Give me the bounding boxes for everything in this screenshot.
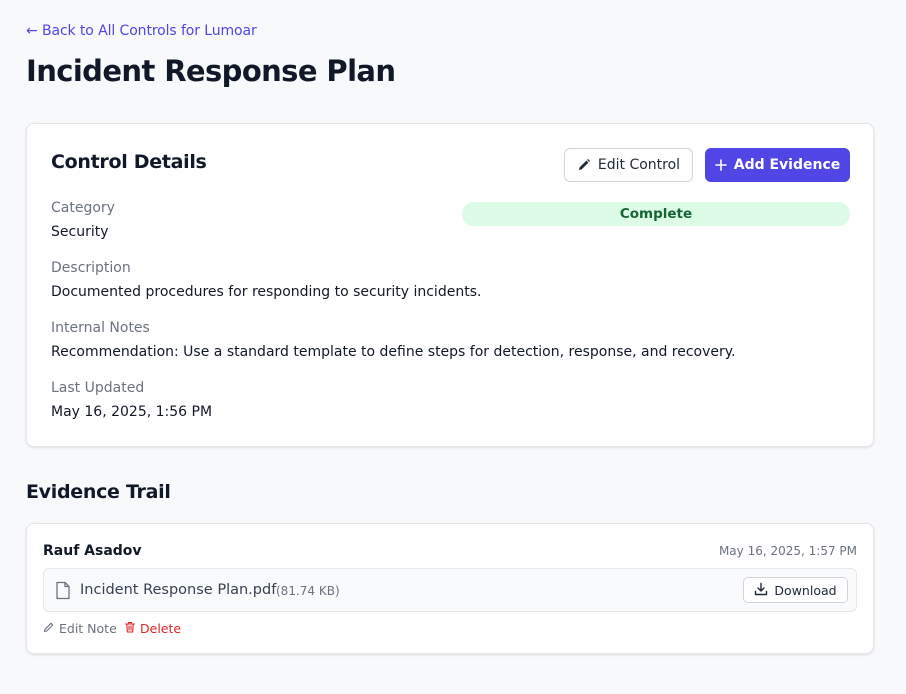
page-title: Incident Response Plan <box>26 54 396 88</box>
category-value: Security <box>51 224 109 240</box>
edit-control-label: Edit Control <box>597 157 681 173</box>
evidence-file-size: (81.74 KB) <box>276 584 340 598</box>
evidence-author: Rauf Asadov <box>43 543 142 559</box>
control-details-card: Control Details Edit Control Add Evidenc… <box>26 123 874 447</box>
page: ← Back to All Controls for Lumoar Incide… <box>0 0 906 694</box>
delete-button[interactable]: Delete <box>124 621 181 636</box>
add-evidence-label: Add Evidence <box>733 157 841 173</box>
control-details-heading: Control Details <box>51 151 207 173</box>
download-label: Download <box>774 582 837 598</box>
evidence-file-row: Incident Response Plan.pdf (81.74 KB) Do… <box>43 568 857 612</box>
edit-note-button[interactable]: Edit Note <box>43 621 117 636</box>
internal-notes-value: Recommendation: Use a standard template … <box>51 344 736 360</box>
evidence-file-name[interactable]: Incident Response Plan.pdf <box>80 582 276 598</box>
status-badge: Complete <box>462 202 850 226</box>
delete-label: Delete <box>140 621 182 636</box>
internal-notes-label: Internal Notes <box>51 320 150 336</box>
file-icon <box>55 581 71 604</box>
evidence-timestamp: May 16, 2025, 1:57 PM <box>718 544 857 558</box>
add-evidence-button[interactable]: Add Evidence <box>705 148 850 182</box>
trash-icon <box>124 621 136 636</box>
back-link[interactable]: ← Back to All Controls for Lumoar <box>26 23 257 39</box>
edit-control-button[interactable]: Edit Control <box>564 148 693 182</box>
description-value: Documented procedures for responding to … <box>51 284 482 300</box>
pencil-icon <box>577 158 591 172</box>
download-button[interactable]: Download <box>743 577 848 603</box>
pencil-icon <box>43 621 55 636</box>
download-icon <box>754 582 768 599</box>
last-updated-label: Last Updated <box>51 380 145 396</box>
category-label: Category <box>51 200 115 216</box>
evidence-trail-heading: Evidence Trail <box>26 481 171 503</box>
edit-note-label: Edit Note <box>59 621 117 636</box>
description-label: Description <box>51 260 131 276</box>
evidence-item: Rauf Asadov May 16, 2025, 1:57 PM Incide… <box>26 523 874 654</box>
last-updated-value: May 16, 2025, 1:56 PM <box>51 404 213 420</box>
plus-icon <box>714 159 727 171</box>
